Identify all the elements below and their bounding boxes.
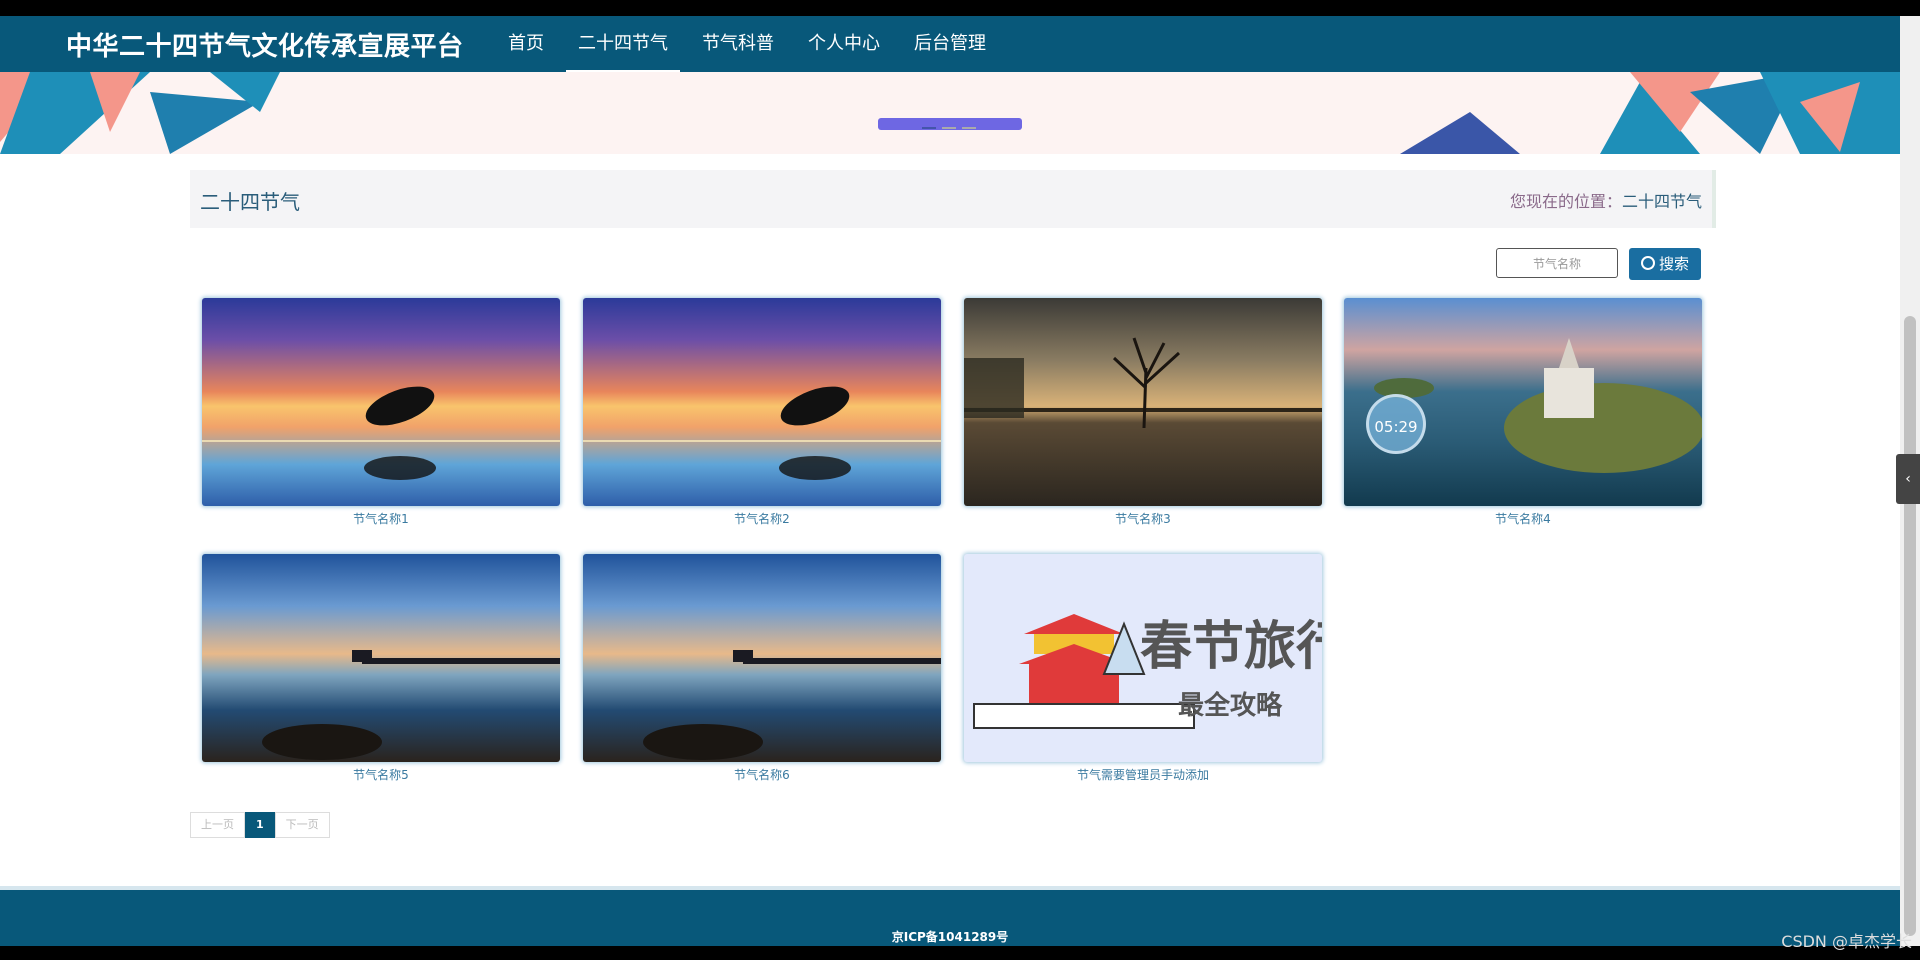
nav-item-home[interactable]: 首页	[496, 16, 556, 72]
watermark: CSDN @卓杰学长	[1781, 932, 1912, 951]
card-image[interactable]	[202, 554, 560, 762]
tree-silhouette	[964, 337, 1322, 429]
nav-item-admin[interactable]: 后台管理	[902, 16, 998, 72]
carousel-dot[interactable]	[962, 127, 976, 129]
card-image[interactable]	[202, 298, 560, 506]
main-nav: 首页 二十四节气 节气科普 个人中心 后台管理	[496, 16, 1008, 72]
site-brand[interactable]: 中华二十四节气文化传承宣展平台	[66, 26, 464, 63]
nav-item-science[interactable]: 节气科普	[690, 16, 786, 72]
search-input[interactable]: 节气名称	[1496, 248, 1618, 278]
nav-item-personal-center[interactable]: 个人中心	[796, 16, 892, 72]
search-button-label: 搜索	[1658, 255, 1689, 273]
video-timer: 05:29	[1366, 394, 1426, 454]
poster-title: 春节旅行	[1140, 617, 1322, 677]
carousel-dot[interactable]	[922, 127, 936, 129]
breadcrumb-position: 您现在的位置：二十四节气	[1510, 188, 1702, 212]
spring-travel-poster: 春节旅行 最全攻略	[973, 614, 1322, 729]
solar-term-card[interactable]: 05:29 节气名称4	[1344, 298, 1702, 527]
card-image[interactable]: 春节旅行 最全攻略	[964, 554, 1322, 762]
nav-item-solar-terms[interactable]: 二十四节气	[566, 16, 680, 72]
card-label[interactable]: 节气名称6	[583, 766, 941, 783]
card-image[interactable]	[583, 298, 941, 506]
side-panel-toggle[interactable]: ‹	[1896, 454, 1920, 504]
footer-icp[interactable]: 京ICP备1041289号	[0, 928, 1900, 945]
card-label[interactable]: 节气名称5	[202, 766, 560, 783]
card-image[interactable]: 05:29	[1344, 298, 1702, 506]
card-image[interactable]	[583, 554, 941, 762]
page-title: 二十四节气	[200, 190, 300, 214]
solar-term-card[interactable]: 节气名称2	[583, 298, 941, 527]
poster-subtitle: 最全攻略	[1178, 690, 1283, 721]
solar-term-card[interactable]: 节气名称3	[964, 298, 1322, 527]
breadcrumb-position-label: 您现在的位置：	[1509, 192, 1622, 211]
pier-silhouette	[262, 650, 560, 760]
dolphin-silhouette	[202, 386, 560, 480]
search-icon	[1640, 256, 1655, 270]
pagination-next[interactable]: 下一页	[274, 812, 330, 838]
pagination: 上一页 1 下一页	[190, 812, 330, 838]
card-image[interactable]	[964, 298, 1322, 506]
chevron-left-icon: ‹	[1905, 471, 1911, 487]
solar-term-card[interactable]: 节气名称1	[202, 298, 560, 527]
scrollbar-thumb[interactable]	[1904, 316, 1916, 936]
navbar: 中华二十四节气文化传承宣展平台 首页 二十四节气 节气科普 个人中心 后台管理	[0, 16, 1900, 72]
card-label[interactable]: 节气名称4	[1344, 510, 1702, 527]
pagination-page-current[interactable]: 1	[245, 812, 275, 838]
pagination-prev[interactable]: 上一页	[190, 812, 245, 838]
solar-term-card[interactable]: 春节旅行 最全攻略 节气需要管理员手动添加	[964, 554, 1322, 783]
carousel-indicator[interactable]	[878, 118, 1022, 130]
breadcrumb-current[interactable]: 二十四节气	[1622, 192, 1702, 211]
search-button[interactable]: 搜索	[1629, 248, 1701, 280]
card-label[interactable]: 节气名称3	[964, 510, 1322, 527]
dolphin-silhouette	[583, 386, 941, 480]
card-label[interactable]: 节气名称1	[202, 510, 560, 527]
page: 中华二十四节气文化传承宣展平台 首页 二十四节气 节气科普 个人中心 后台管理	[0, 16, 1900, 946]
card-label[interactable]: 节气名称2	[583, 510, 941, 527]
banner-carousel	[0, 72, 1900, 154]
solar-term-card[interactable]: 节气名称5	[202, 554, 560, 783]
carousel-dot[interactable]	[942, 127, 956, 129]
banner-artwork	[0, 72, 1900, 154]
card-label[interactable]: 节气需要管理员手动添加	[964, 766, 1322, 783]
solar-term-card[interactable]: 节气名称6	[583, 554, 941, 783]
screen-top-strip	[0, 0, 1920, 16]
breadcrumb: 二十四节气 您现在的位置：二十四节气	[190, 170, 1716, 228]
screen-bottom-strip	[0, 946, 1920, 960]
pier-silhouette	[643, 650, 941, 760]
footer: 京ICP备1041289号	[0, 886, 1900, 946]
